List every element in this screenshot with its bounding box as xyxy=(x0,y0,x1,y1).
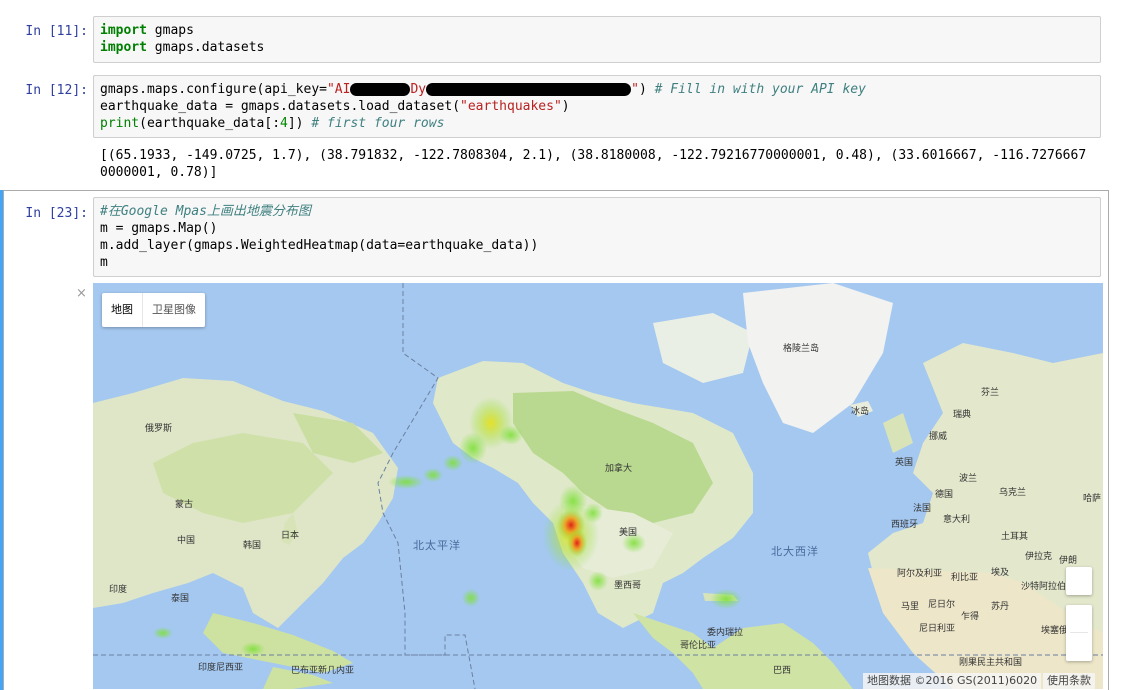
map-label-niger: 尼日尔 xyxy=(928,600,956,610)
code-comment: # Fill in with your API key xyxy=(646,82,866,97)
code-text: gmaps.datasets xyxy=(146,40,265,55)
zoom-divider xyxy=(1070,632,1088,633)
map-label-germany: 德国 xyxy=(935,490,954,500)
map-label-thailand: 泰国 xyxy=(171,594,190,604)
map-label-ukraine: 乌克兰 xyxy=(999,488,1027,498)
map-attribution: 地图数据 ©2016 GS(2011)6020 xyxy=(863,673,1042,689)
map-type-satellite-button[interactable]: 卫星图像 xyxy=(143,293,205,327)
map-widget[interactable]: 地图 卫星图像 北太平洋 北大西洋 格陵兰岛冰岛俄罗斯加拿大美国墨西哥 蒙古中国韩… xyxy=(93,283,1103,689)
map-type-control[interactable]: 地图 卫星图像 xyxy=(102,293,205,327)
map-label-greenland: 格陵兰岛 xyxy=(783,344,820,354)
redaction-mark xyxy=(350,83,411,96)
map-label-saudi: 沙特阿拉伯 xyxy=(1021,582,1067,592)
map-label-france: 法国 xyxy=(913,504,932,514)
map-type-roadmap-button[interactable]: 地图 xyxy=(102,293,143,327)
map-label-png: 巴布亚新几内亚 xyxy=(291,666,355,676)
map-label-korea: 韩国 xyxy=(243,541,262,551)
code-text: m xyxy=(100,255,108,270)
code-text: gmaps xyxy=(146,23,194,38)
map-label-iceland: 冰岛 xyxy=(851,407,870,417)
map-label-chad: 乍得 xyxy=(961,612,980,622)
builtin-print: print xyxy=(100,116,140,131)
map-label-indonesia: 印度尼西亚 xyxy=(198,663,244,673)
ocean-label-atlantic: 北大西洋 xyxy=(771,545,819,558)
map-label-algeria: 阿尔及利亚 xyxy=(897,569,943,579)
map-label-libya: 利比亚 xyxy=(951,573,979,583)
code-text: ) xyxy=(638,82,647,97)
close-output-icon[interactable]: × xyxy=(76,286,87,301)
code-text: gmaps.maps.configure(api_key= xyxy=(100,82,327,97)
map-label-mongolia: 蒙古 xyxy=(175,500,194,510)
map-label-usa: 美国 xyxy=(619,528,638,538)
map-label-finland: 芬兰 xyxy=(981,388,1000,398)
map-zoom-control[interactable] xyxy=(1066,605,1092,661)
map-label-sudan: 苏丹 xyxy=(991,602,1010,612)
map-label-nigeria: 尼日利亚 xyxy=(919,624,956,634)
map-label-mali: 马里 xyxy=(901,602,920,612)
map-label-iraq: 伊拉克 xyxy=(1025,552,1053,562)
code-cell-23[interactable]: In [23]: #在Google Mpas上画出地震分布图 m = gmaps… xyxy=(0,197,1121,277)
map-label-spain: 西班牙 xyxy=(891,520,919,530)
map-label-egypt: 埃及 xyxy=(991,568,1010,578)
map-label-canada: 加拿大 xyxy=(605,464,633,474)
code-input[interactable]: #在Google Mpas上画出地震分布图 m = gmaps.Map() m.… xyxy=(93,197,1101,277)
map-label-norway: 挪威 xyxy=(929,432,948,442)
code-text: (earthquake_data[: xyxy=(139,116,281,131)
map-label-russia: 俄罗斯 xyxy=(145,424,173,434)
code-cell-12[interactable]: In [12]: gmaps.maps.configure(api_key="A… xyxy=(0,75,1121,185)
map-label-iran: 伊朗 xyxy=(1059,556,1078,566)
string-literal: " xyxy=(631,82,639,97)
map-label-colombia: 哥伦比亚 xyxy=(680,641,717,651)
code-input[interactable]: gmaps.maps.configure(api_key="AI Dy ") # F… xyxy=(93,75,1101,138)
map-label-india: 印度 xyxy=(109,585,128,595)
map-label-venezuela: 委内瑞拉 xyxy=(707,628,744,638)
map-label-drc: 刚果民主共和国 xyxy=(959,658,1023,668)
code-cell-11[interactable]: In [11]: import gmaps import gmaps.datas… xyxy=(0,16,1121,64)
code-text: ) xyxy=(561,99,570,114)
ocean-label-pacific: 北太平洋 xyxy=(413,539,461,552)
map-label-poland: 波兰 xyxy=(959,474,978,484)
map-label-china: 中国 xyxy=(177,536,196,546)
cell-prompt: In [12]: xyxy=(25,83,88,98)
keyword-import: import xyxy=(100,40,147,55)
code-text: ]) xyxy=(287,116,304,131)
keyword-import: import xyxy=(100,23,147,38)
code-input[interactable]: import gmaps import gmaps.datasets xyxy=(93,16,1101,63)
number-literal: 4 xyxy=(280,116,288,131)
map-label-brazil: 巴西 xyxy=(773,666,792,676)
string-literal: "earthquakes" xyxy=(460,99,562,114)
cell-prompt: In [23]: xyxy=(25,206,88,221)
map-label-italy: 意大利 xyxy=(943,515,971,525)
map-label-japan: 日本 xyxy=(281,531,300,541)
cell-prompt: In [11]: xyxy=(25,24,88,39)
map-fullscreen-control[interactable] xyxy=(1066,567,1092,595)
code-text: earthquake_data = gmaps.datasets.load_da… xyxy=(100,99,461,114)
map-label-kazakhstan: 哈萨 xyxy=(1083,494,1102,504)
map-terms-link[interactable]: 使用条款 xyxy=(1043,673,1095,689)
string-literal: Dy xyxy=(410,82,427,97)
code-comment: #在Google Mpas上画出地震分布图 xyxy=(100,204,311,219)
map-label-uk: 英国 xyxy=(895,458,914,468)
map-label-mexico: 墨西哥 xyxy=(614,581,642,591)
code-text: m = gmaps.Map() xyxy=(100,221,218,236)
string-literal: "AI xyxy=(326,82,351,97)
code-comment: # first four rows xyxy=(303,116,445,131)
redaction-mark xyxy=(426,83,632,96)
map-label-turkey: 土耳其 xyxy=(1001,532,1029,542)
cell-output: [(65.1933, -149.0725, 1.7), (38.791832, … xyxy=(100,148,1087,180)
code-text: m.add_layer(gmaps.WeightedHeatmap(data=e… xyxy=(100,238,539,253)
map-label-sweden: 瑞典 xyxy=(953,410,972,420)
